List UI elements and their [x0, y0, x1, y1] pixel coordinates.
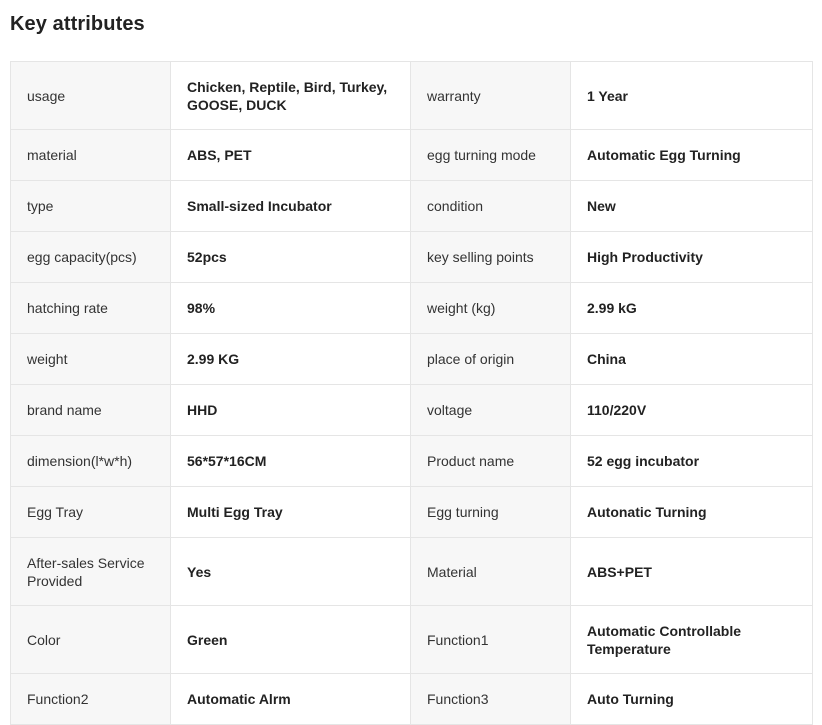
- table-row: Color Green Function1 Automatic Controll…: [10, 605, 813, 674]
- attribute-value: 110/220V: [570, 384, 813, 436]
- table-row: Egg Tray Multi Egg Tray Egg turning Auto…: [10, 486, 813, 538]
- attribute-label: voltage: [410, 384, 571, 436]
- attribute-label: Function2: [10, 673, 171, 725]
- table-row: type Small-sized Incubator condition New: [10, 180, 813, 232]
- attribute-label: weight: [10, 333, 171, 385]
- attribute-value: 52 egg incubator: [570, 435, 813, 487]
- attribute-value: Autonatic Turning: [570, 486, 813, 538]
- table-row: hatching rate 98% weight (kg) 2.99 kG: [10, 282, 813, 334]
- attribute-label: Product name: [410, 435, 571, 487]
- attribute-value: Green: [170, 605, 411, 674]
- attribute-value: 1 Year: [570, 61, 813, 130]
- attribute-label: Egg turning: [410, 486, 571, 538]
- attribute-label: condition: [410, 180, 571, 232]
- attribute-label: egg capacity(pcs): [10, 231, 171, 283]
- attribute-value: 98%: [170, 282, 411, 334]
- table-row: Function2 Automatic Alrm Function3 Auto …: [10, 673, 813, 725]
- attribute-label: place of origin: [410, 333, 571, 385]
- attribute-value: HHD: [170, 384, 411, 436]
- attribute-label: material: [10, 129, 171, 181]
- attribute-label: brand name: [10, 384, 171, 436]
- attribute-label: type: [10, 180, 171, 232]
- attribute-label: After-sales Service Provided: [10, 537, 171, 606]
- attribute-label: usage: [10, 61, 171, 130]
- attribute-label: Egg Tray: [10, 486, 171, 538]
- attribute-value: ABS, PET: [170, 129, 411, 181]
- table-row: dimension(l*w*h) 56*57*16CM Product name…: [10, 435, 813, 487]
- attribute-value: Automatic Alrm: [170, 673, 411, 725]
- attribute-label: warranty: [410, 61, 571, 130]
- table-row: weight 2.99 KG place of origin China: [10, 333, 813, 385]
- attribute-value: 56*57*16CM: [170, 435, 411, 487]
- attribute-label: Function1: [410, 605, 571, 674]
- table-row: egg capacity(pcs) 52pcs key selling poin…: [10, 231, 813, 283]
- attribute-value: New: [570, 180, 813, 232]
- attribute-value: Auto Turning: [570, 673, 813, 725]
- attribute-label: weight (kg): [410, 282, 571, 334]
- table-row: usage Chicken, Reptile, Bird, Turkey, GO…: [10, 61, 813, 130]
- attribute-value: ABS+PET: [570, 537, 813, 606]
- attribute-value: Yes: [170, 537, 411, 606]
- attribute-label: hatching rate: [10, 282, 171, 334]
- section-title: Key attributes: [10, 13, 145, 35]
- table-row: brand name HHD voltage 110/220V: [10, 384, 813, 436]
- attribute-value: 52pcs: [170, 231, 411, 283]
- table-row: After-sales Service Provided Yes Materia…: [10, 537, 813, 606]
- attribute-value: Multi Egg Tray: [170, 486, 411, 538]
- attribute-label: egg turning mode: [410, 129, 571, 181]
- attribute-label: Material: [410, 537, 571, 606]
- attribute-value: High Productivity: [570, 231, 813, 283]
- attribute-value: China: [570, 333, 813, 385]
- attribute-value: Automatic Controllable Temperature: [570, 605, 813, 674]
- attribute-label: Color: [10, 605, 171, 674]
- attribute-value: Automatic Egg Turning: [570, 129, 813, 181]
- attribute-value: Chicken, Reptile, Bird, Turkey, GOOSE, D…: [170, 61, 411, 130]
- attribute-value: 2.99 KG: [170, 333, 411, 385]
- table-row: material ABS, PET egg turning mode Autom…: [10, 129, 813, 181]
- attribute-value: Small-sized Incubator: [170, 180, 411, 232]
- attribute-label: key selling points: [410, 231, 571, 283]
- key-attributes-table: usage Chicken, Reptile, Bird, Turkey, GO…: [10, 61, 813, 725]
- attribute-value: 2.99 kG: [570, 282, 813, 334]
- attribute-label: Function3: [410, 673, 571, 725]
- attribute-label: dimension(l*w*h): [10, 435, 171, 487]
